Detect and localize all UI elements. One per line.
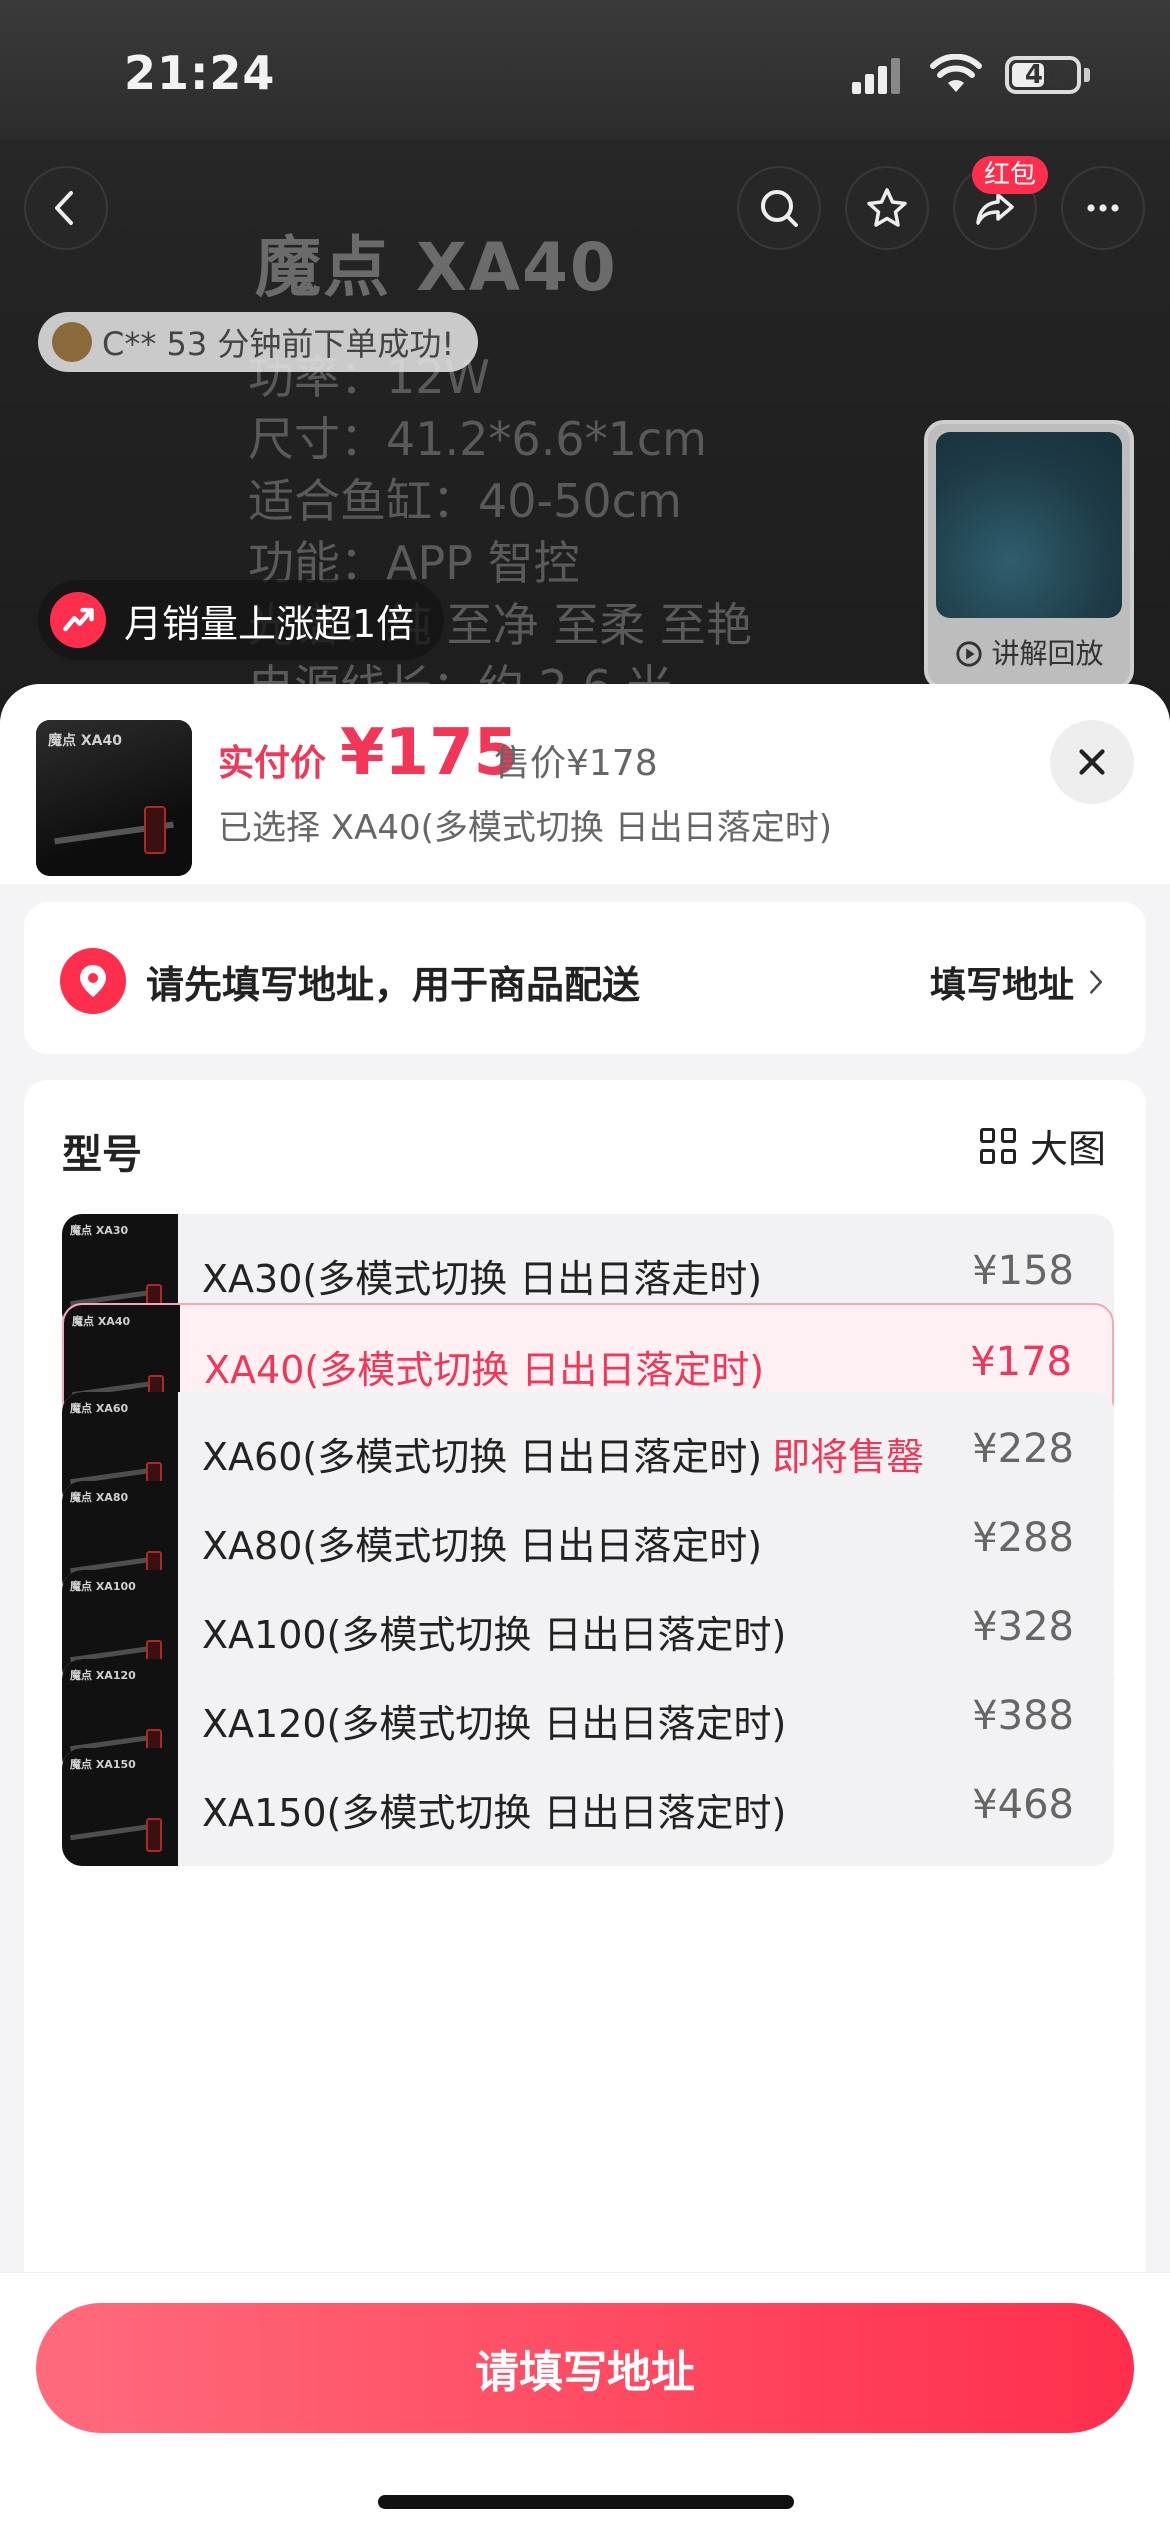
- big-image-label: 大图: [1029, 1127, 1106, 1171]
- avatar: [52, 322, 92, 362]
- spec-line: 尺寸：41.2*6.6*1cm: [248, 412, 707, 466]
- option-name: XA60(多模式切换 日出日落定时) 即将售罄: [202, 1435, 925, 1479]
- wifi-icon: [930, 54, 982, 92]
- option-price: ¥288: [972, 1515, 1074, 1561]
- back-button[interactable]: [24, 166, 108, 250]
- option-name: XA80(多模式切换 日出日落定时): [202, 1524, 763, 1568]
- live-replay-thumbnail: [936, 432, 1122, 618]
- red-packet-badge: 红包: [972, 156, 1049, 194]
- live-replay-label: 讲解回放: [928, 632, 1130, 672]
- option-price: ¥158: [972, 1248, 1074, 1294]
- close-icon: [1079, 749, 1105, 775]
- address-card[interactable]: 请先填写地址，用于商品配送 填写地址: [24, 902, 1146, 1054]
- fill-address-link[interactable]: 填写地址: [930, 956, 1104, 1008]
- sales-trend-text: 月销量上涨超1倍: [124, 601, 415, 646]
- selected-product-thumbnail[interactable]: 魔点 XA40: [36, 720, 192, 876]
- cellular-signal-icon: [852, 58, 902, 94]
- toast-text: C** 53 分钟前下单成功!: [102, 325, 455, 363]
- battery-level: 40: [1024, 60, 1062, 90]
- sku-selection-sheet: 魔点 XA40 实付价 ¥175 售价¥178 已选择 XA40(多模式切换 日…: [0, 684, 1170, 2532]
- fill-address-label: 填写地址: [929, 965, 1074, 1006]
- recent-order-toast: C** 53 分钟前下单成功!: [38, 312, 479, 372]
- option-price: ¥178: [970, 1339, 1072, 1385]
- sale-price: 售价¥178: [494, 743, 658, 784]
- close-button[interactable]: [1050, 720, 1134, 804]
- option-name: XA150(多模式切换 日出日落定时): [202, 1791, 787, 1835]
- favorite-button[interactable]: [845, 166, 929, 250]
- bottom-action-bar: 请填写地址: [0, 2272, 1170, 2532]
- search-icon: [761, 190, 798, 227]
- fill-address-button[interactable]: 请填写地址: [36, 2303, 1134, 2433]
- low-stock-tag: 即将售罄: [772, 1435, 925, 1479]
- grid-icon: [979, 1127, 1016, 1164]
- option-thumbnail: 魔点 XA150: [62, 1748, 178, 1866]
- sales-trend-badge: 月销量上涨超1倍: [38, 580, 445, 660]
- battery-icon: 40: [1005, 56, 1081, 94]
- model-section-title: 型号: [62, 1132, 142, 1178]
- pay-price-label: 实付价: [218, 743, 327, 784]
- play-circle-icon: [955, 641, 982, 667]
- option-price: ¥388: [972, 1693, 1074, 1739]
- status-time: 21:24: [124, 46, 276, 100]
- option-name: XA40(多模式切换 日出日落定时): [204, 1348, 765, 1392]
- battery-tip: [1084, 68, 1090, 82]
- big-image-toggle[interactable]: 大图: [979, 1118, 1106, 1173]
- option-name: XA100(多模式切换 日出日落定时): [202, 1613, 787, 1657]
- live-replay-card[interactable]: 讲解回放: [924, 420, 1134, 690]
- more-button[interactable]: [1061, 166, 1145, 250]
- location-pin-icon: [60, 948, 126, 1014]
- pay-price: ¥175: [340, 716, 519, 790]
- star-icon: [867, 188, 907, 227]
- selected-variant-text: 已选择 XA40(多模式切换 日出日落定时): [218, 808, 832, 848]
- address-prompt: 请先填写地址，用于商品配送: [146, 963, 641, 1007]
- back-icon: [55, 191, 73, 225]
- option-price: ¥228: [972, 1426, 1074, 1472]
- trend-up-icon: [50, 592, 106, 648]
- option-price: ¥328: [972, 1604, 1074, 1650]
- status-bar: 21:24 40: [0, 0, 1170, 140]
- product-spec-lines: 功率：12W 尺寸：41.2*6.6*1cm 适合鱼缸：40-50cm 功能：A…: [248, 346, 752, 718]
- chevron-right-icon: [1090, 970, 1102, 994]
- product-image-title: 魔点 XA40: [255, 229, 618, 306]
- spec-line: 适合鱼缸：40-50cm: [248, 474, 682, 528]
- model-option-xa150[interactable]: 魔点 XA150 XA150(多模式切换 日出日落定时) ¥468: [62, 1748, 1114, 1866]
- product-page-background: 21:24 40 魔点 XA40 功率：12W 尺寸：41.2*6.6*1cm …: [0, 0, 1170, 720]
- option-price: ¥468: [972, 1782, 1074, 1828]
- home-indicator: [378, 2495, 794, 2509]
- search-button[interactable]: [737, 166, 821, 250]
- more-icon: [1087, 204, 1119, 212]
- option-name: XA30(多模式切换 日出日落走时): [202, 1257, 763, 1301]
- option-name: XA120(多模式切换 日出日落定时): [202, 1702, 787, 1746]
- sheet-header: 魔点 XA40 实付价 ¥175 售价¥178 已选择 XA40(多模式切换 日…: [0, 684, 1170, 884]
